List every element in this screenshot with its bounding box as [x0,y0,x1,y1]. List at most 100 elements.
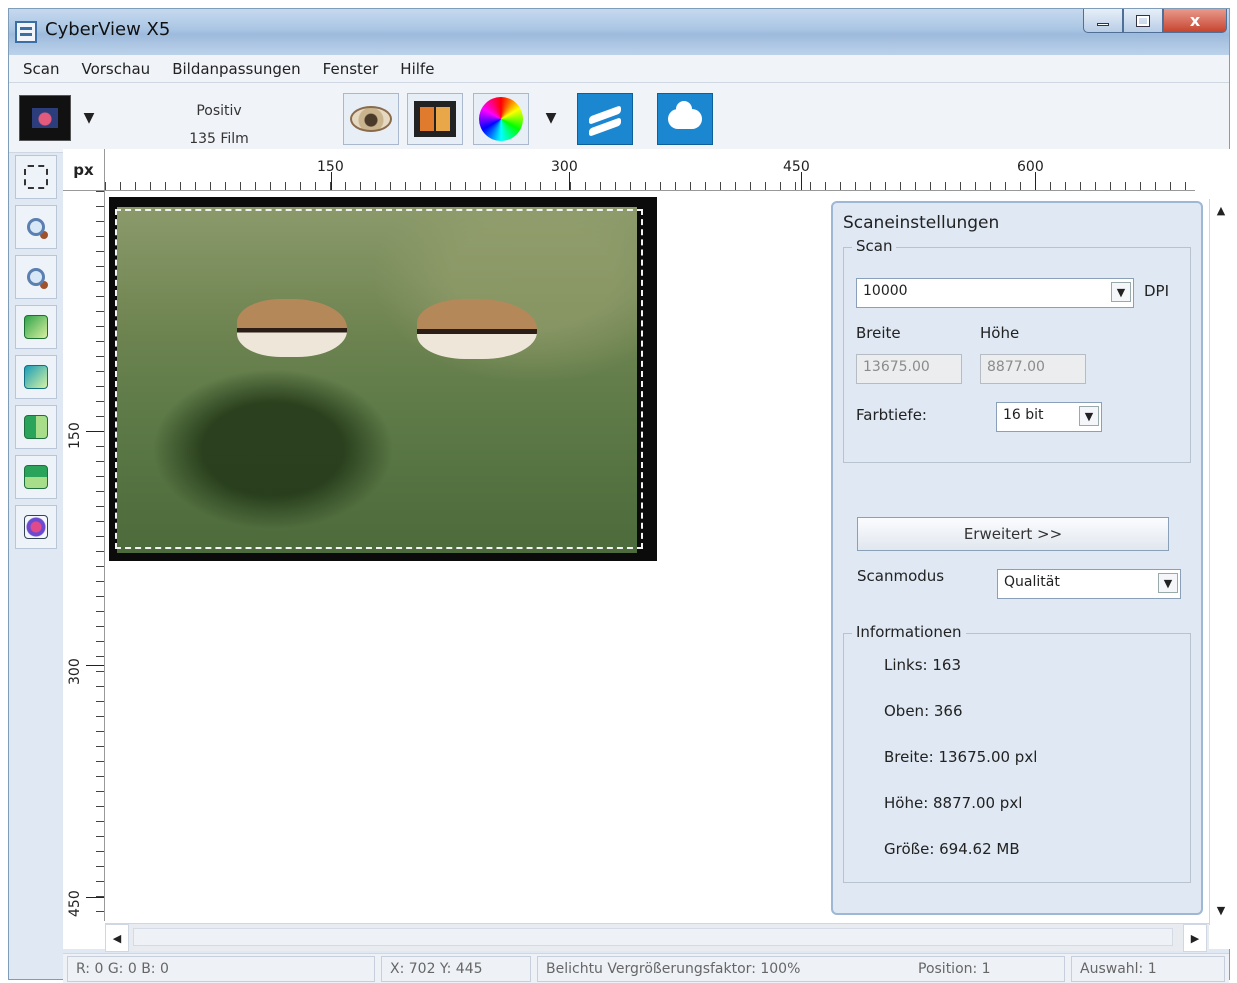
app-icon [15,21,37,43]
zoom-out-icon [27,268,45,286]
color-depth-value: 16 bit [1003,407,1044,423]
status-selection: Auswahl: 1 [1071,956,1225,982]
dpi-select[interactable]: 10000 ▼ [856,278,1134,308]
panel-title: Scaneinstellungen [843,213,1000,233]
flip-horizontal-icon [24,415,48,439]
toolbar: ▼ Positiv 135 Film ▼ [9,83,1229,153]
rotate-right-button[interactable] [15,355,57,399]
chevron-down-icon[interactable]: ▼ [1111,282,1131,302]
height-label: Höhe [980,324,1020,342]
eye-icon [350,106,392,132]
close-icon: x [1189,11,1201,30]
color-wheel-icon [479,97,523,141]
info-group: Informationen Links: 163 Oben: 366 Breit… [843,623,1191,883]
rotate-right-icon [24,365,48,389]
status-exposure-text: Belichtu Vergrößerungsfaktor: 100% [546,961,801,977]
width-field: 13675.00 [856,354,962,384]
advanced-button[interactable]: Erweitert >> [857,517,1169,551]
dpi-value: 10000 [863,283,908,299]
rotate-left-icon [24,315,48,339]
h-ruler-tick [801,172,802,190]
h-ruler-tick [569,172,570,190]
v-ruler-label: 450 [67,890,83,917]
scan-mode-select[interactable]: Qualität ▼ [997,569,1181,599]
v-ruler-label: 300 [67,658,83,685]
info-group-label: Informationen [852,623,966,641]
filmstrip-icon [414,101,456,137]
zoom-out-button[interactable] [15,255,57,299]
batch-scan-button[interactable] [657,93,713,145]
scan-selection-rectangle[interactable] [115,209,643,549]
menu-vorschau[interactable]: Vorschau [81,60,150,78]
chevron-down-icon[interactable]: ▼ [1158,573,1178,593]
color-adjust-tool-button[interactable] [15,505,57,549]
menu-fenster[interactable]: Fenster [323,60,379,78]
menu-hilfe[interactable]: Hilfe [400,60,434,78]
film-thumbnail-icon[interactable] [19,95,71,141]
flip-vertical-button[interactable] [15,455,57,499]
h-ruler-label: 600 [1017,159,1044,175]
rotate-left-button[interactable] [15,305,57,349]
menu-bildanpassungen[interactable]: Bildanpassungen [172,60,300,78]
select-area-button[interactable] [15,155,57,199]
window-controls: x [1083,9,1227,35]
scroll-left-icon[interactable]: ◀ [105,924,129,952]
color-depth-select[interactable]: 16 bit ▼ [996,402,1102,432]
vertical-scrollbar[interactable]: ▲ ▼ [1209,199,1232,925]
color-adjust-icon [24,515,48,539]
app-window: CyberView X5 x Scan Vorschau Bildanpassu… [8,8,1232,983]
info-width: Breite: 13675.00 pxl [884,748,1038,766]
scroll-right-icon[interactable]: ▶ [1183,924,1207,952]
v-ruler-tick [86,665,104,666]
minimize-icon [1097,23,1109,26]
scan-settings-panel: Scaneinstellungen Scan 10000 ▼ DPI Breit… [831,201,1203,915]
left-toolbar [13,155,63,555]
info-top: Oben: 366 [884,702,963,720]
status-bar: R: 0 G: 0 B: 0 X: 702 Y: 445 Belichtu Ve… [63,953,1229,983]
height-field: 8877.00 [980,354,1086,384]
vertical-ruler: 150 300 450 [63,191,105,921]
horizontal-scrollbar[interactable]: ◀ ▶ [105,923,1209,952]
film-mode-display: Positiv 135 Film [169,97,269,153]
color-dropdown-arrow[interactable]: ▼ [541,101,561,135]
status-coordinates: X: 702 Y: 445 [381,956,531,982]
film-type-dropdown-arrow[interactable]: ▼ [79,101,99,135]
scan-button[interactable] [577,93,633,145]
scan-group-label: Scan [852,237,897,255]
menu-scan[interactable]: Scan [23,60,59,78]
scroll-up-icon[interactable]: ▲ [1210,199,1232,221]
close-button[interactable]: x [1163,9,1227,33]
info-left: Links: 163 [884,656,961,674]
scroll-down-icon[interactable]: ▼ [1210,899,1232,921]
scan-mode-value: Qualität [1004,574,1060,590]
scan-group: Scan 10000 ▼ DPI Breite Höhe 13675.00 88… [843,237,1191,463]
h-ruler-tick [331,172,332,190]
preview-button[interactable] [343,93,399,145]
color-adjust-button[interactable] [473,93,529,145]
dpi-unit-label: DPI [1144,282,1170,300]
flip-vertical-icon [24,465,48,489]
title-bar[interactable]: CyberView X5 x [9,9,1229,55]
info-height: Höhe: 8877.00 pxl [884,794,1023,812]
horizontal-scroll-thumb[interactable] [133,928,1173,946]
menu-bar: Scan Vorschau Bildanpassungen Fenster Hi… [9,55,1229,83]
film-preview-frame [109,197,657,561]
maximize-button[interactable] [1123,9,1163,33]
h-ruler-tick [1035,172,1036,190]
chevron-down-icon[interactable]: ▼ [1079,406,1099,426]
maximize-icon [1136,14,1150,27]
scan-mode-label: Scanmodus [857,567,945,585]
cloud-icon [668,101,702,129]
flip-horizontal-button[interactable] [15,405,57,449]
info-size: Größe: 694.62 MB [884,840,1020,858]
h-ruler-label: 450 [783,159,810,175]
minimize-button[interactable] [1083,9,1123,33]
select-area-icon [24,165,48,189]
thumbnail-button[interactable] [407,93,463,145]
status-exposure-zoom: Belichtu Vergrößerungsfaktor: 100% Posit… [537,956,1065,982]
status-position: Position: 1 [918,961,991,977]
v-ruler-tick [86,897,104,898]
film-mode-line1: Positiv [196,103,242,119]
zoom-in-button[interactable] [15,205,57,249]
hands-icon [585,103,625,135]
